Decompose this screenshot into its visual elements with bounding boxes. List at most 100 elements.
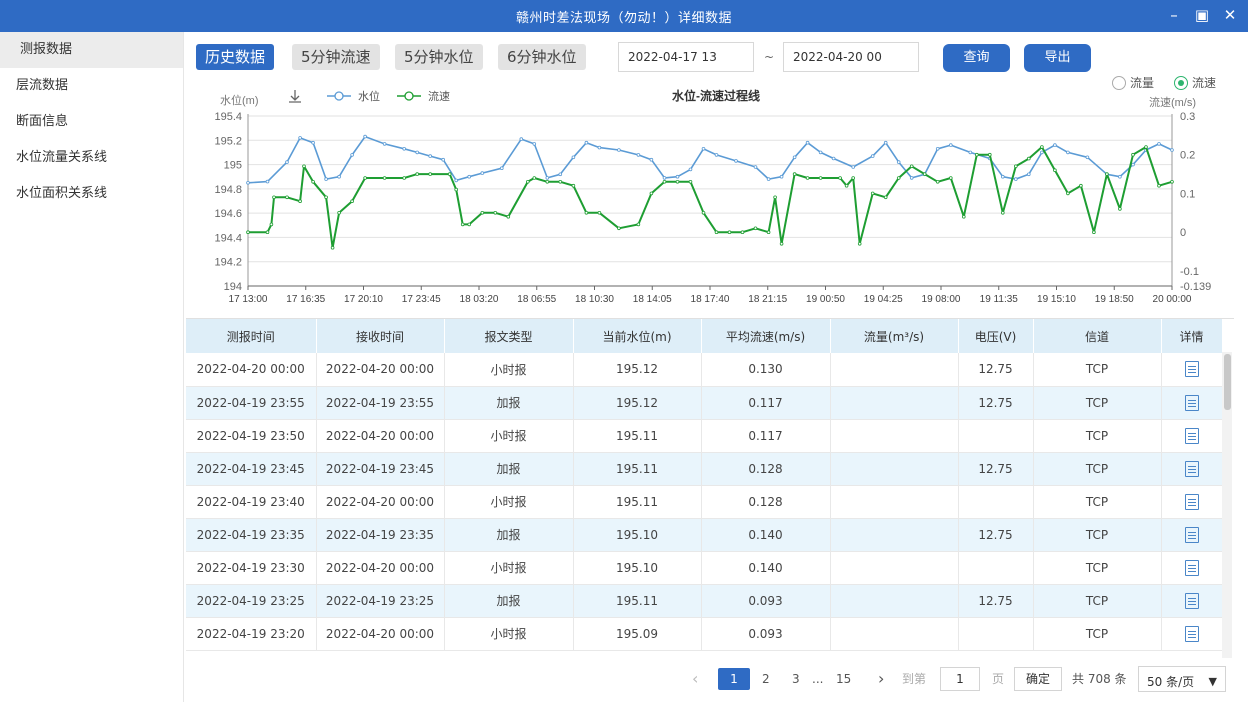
water-level-point (851, 165, 855, 169)
sidebar-item-measure-data[interactable]: 测报数据 (0, 32, 183, 68)
cell-voltage (958, 419, 1034, 453)
water-level-point (499, 166, 504, 170)
table-row[interactable]: 2022-04-19 23:35 2022-04-19 23:35 加报 195.10… (186, 518, 1223, 552)
flow-speed-point (1000, 211, 1005, 215)
level-speed-chart: 水位(m) 水位 流速 水位-流速过程线 流速(m/s) 195.4 195.2 1… (214, 88, 1211, 305)
flow-speed-point (460, 222, 465, 227)
chevron-down-icon: ▼ (1208, 675, 1217, 688)
col-report-time[interactable]: 测报时间 (186, 319, 317, 353)
cell-water-level: 195.12 (573, 386, 702, 420)
page-3[interactable]: 3 (792, 664, 800, 694)
cell-receive-time: 2022-04-20 00:00 (316, 551, 445, 585)
left-tick-label: 195.4 (214, 111, 242, 123)
legend-speed[interactable]: 流速 (397, 89, 450, 103)
water-level-point (311, 140, 315, 145)
export-button[interactable]: 导出 (1024, 44, 1091, 72)
table-row[interactable]: 2022-04-19 23:20 2022-04-20 00:00 小时报 195.0… (186, 617, 1223, 651)
flow-speed-point (1170, 180, 1174, 184)
goto-page-input[interactable]: 1 (940, 667, 980, 691)
col-water-level[interactable]: 当前水位(m) (573, 319, 702, 353)
document-icon[interactable] (1184, 361, 1199, 378)
sidebar-item-level-flow-curve[interactable]: 水位流量关系线 (0, 140, 183, 176)
col-message-type[interactable]: 报文类型 (444, 319, 574, 353)
document-icon[interactable] (1184, 592, 1199, 609)
cell-avg-speed: 0.140 (701, 518, 831, 552)
table-row[interactable]: 2022-04-19 23:50 2022-04-20 00:00 小时报 195.1… (186, 419, 1223, 453)
end-date-input[interactable]: 2022-04-20 00 (783, 42, 919, 72)
cell-voltage: 12.75 (958, 452, 1034, 486)
legend-level[interactable]: 水位 (327, 89, 380, 103)
table-row[interactable]: 2022-04-19 23:45 2022-04-19 23:45 加报 195.11… (186, 452, 1223, 486)
col-avg-speed[interactable]: 平均流速(m/s) (701, 319, 831, 353)
flow-speed-point (493, 211, 498, 215)
document-icon[interactable] (1184, 625, 1199, 642)
col-flow[interactable]: 流量(m³/s) (830, 319, 959, 353)
cell-avg-speed: 0.128 (701, 485, 831, 519)
table-row[interactable]: 2022-04-20 00:00 2022-04-20 00:00 小时报 195.1… (186, 353, 1223, 387)
table-row[interactable]: 2022-04-19 23:55 2022-04-19 23:55 加报 195.12… (186, 386, 1223, 420)
query-button[interactable]: 查询 (943, 44, 1010, 72)
document-icon[interactable] (1184, 526, 1199, 543)
pagination: ‹ 1 2 3 ... 15 › 到第 1 页 确定 共 708 条 50 条/… (186, 664, 1234, 694)
sidebar-item-section-info[interactable]: 断面信息 (0, 104, 183, 140)
water-level-point (818, 150, 823, 155)
page-ellipsis[interactable]: ... (812, 664, 823, 694)
document-icon[interactable] (1184, 394, 1199, 411)
tab-5min-speed[interactable]: 5分钟流速 (292, 44, 380, 70)
cell-flow (830, 617, 959, 651)
cell-channel: TCP (1033, 551, 1162, 585)
minimize-icon[interactable]: – (1166, 6, 1182, 24)
document-icon[interactable] (1184, 427, 1199, 444)
cell-message-type: 小时报 (444, 353, 574, 387)
sidebar-item-laminar-data[interactable]: 层流数据 (0, 68, 183, 104)
flow-speed-series (248, 146, 1173, 249)
water-level-point (968, 150, 973, 155)
maximize-icon[interactable]: ▣ (1194, 6, 1210, 24)
details-cell (1161, 452, 1223, 486)
water-level-point (831, 156, 836, 161)
flow-speed-point (269, 222, 274, 227)
document-icon[interactable] (1184, 460, 1199, 477)
x-tick-label: 19 15:10 (1037, 294, 1076, 305)
cell-report-time: 2022-04-20 00:00 (186, 353, 317, 387)
cell-receive-time: 2022-04-19 23:35 (316, 518, 445, 552)
legend-level-label: 水位 (358, 89, 380, 103)
left-tick-label: 195.2 (214, 135, 242, 147)
water-level-point (688, 167, 693, 172)
close-icon[interactable]: ✕ (1222, 6, 1238, 24)
tab-history-data[interactable]: 历史数据 (196, 44, 275, 70)
cell-message-type: 加报 (444, 452, 574, 486)
left-tick-label: 194 (224, 281, 242, 293)
cell-receive-time: 2022-04-19 23:25 (316, 584, 445, 618)
water-level-point (909, 176, 914, 180)
table-scrollbar-thumb[interactable] (1224, 354, 1231, 410)
page-size-select[interactable]: 50 条/页 ▼ (1138, 666, 1226, 692)
water-level-point (896, 160, 901, 164)
cell-voltage: 12.75 (958, 518, 1034, 552)
tab-5min-level[interactable]: 5分钟水位 (395, 44, 483, 70)
page-15[interactable]: 15 (836, 664, 851, 694)
col-receive-time[interactable]: 接收时间 (316, 319, 445, 353)
start-date-input[interactable]: 2022-04-17 13 (618, 42, 754, 72)
goto-confirm-button[interactable]: 确定 (1014, 667, 1062, 691)
prev-page-icon[interactable]: ‹ (692, 664, 698, 694)
next-page-icon[interactable]: › (878, 664, 884, 694)
flow-speed-point (792, 172, 797, 176)
sidebar-item-level-area-curve[interactable]: 水位面积关系线 (0, 176, 183, 212)
document-icon[interactable] (1184, 559, 1199, 576)
flow-speed-point (727, 230, 732, 235)
page-2[interactable]: 2 (762, 664, 770, 694)
tab-6min-level[interactable]: 6分钟水位 (498, 44, 586, 70)
document-icon[interactable] (1184, 493, 1199, 510)
table-row[interactable]: 2022-04-19 23:30 2022-04-20 00:00 小时报 195.1… (186, 551, 1223, 585)
flow-speed-point (298, 199, 302, 203)
page-1[interactable]: 1 (718, 668, 750, 690)
table-row[interactable]: 2022-04-19 23:40 2022-04-20 00:00 小时报 195.1… (186, 485, 1223, 519)
col-voltage[interactable]: 电压(V) (958, 319, 1034, 353)
table-row[interactable]: 2022-04-19 23:25 2022-04-19 23:25 加报 195.11… (186, 584, 1223, 618)
water-level-point (428, 154, 433, 158)
download-icon[interactable] (289, 90, 301, 103)
col-channel[interactable]: 信道 (1033, 319, 1162, 353)
water-level-point (558, 172, 563, 177)
flow-speed-point (1092, 230, 1096, 235)
